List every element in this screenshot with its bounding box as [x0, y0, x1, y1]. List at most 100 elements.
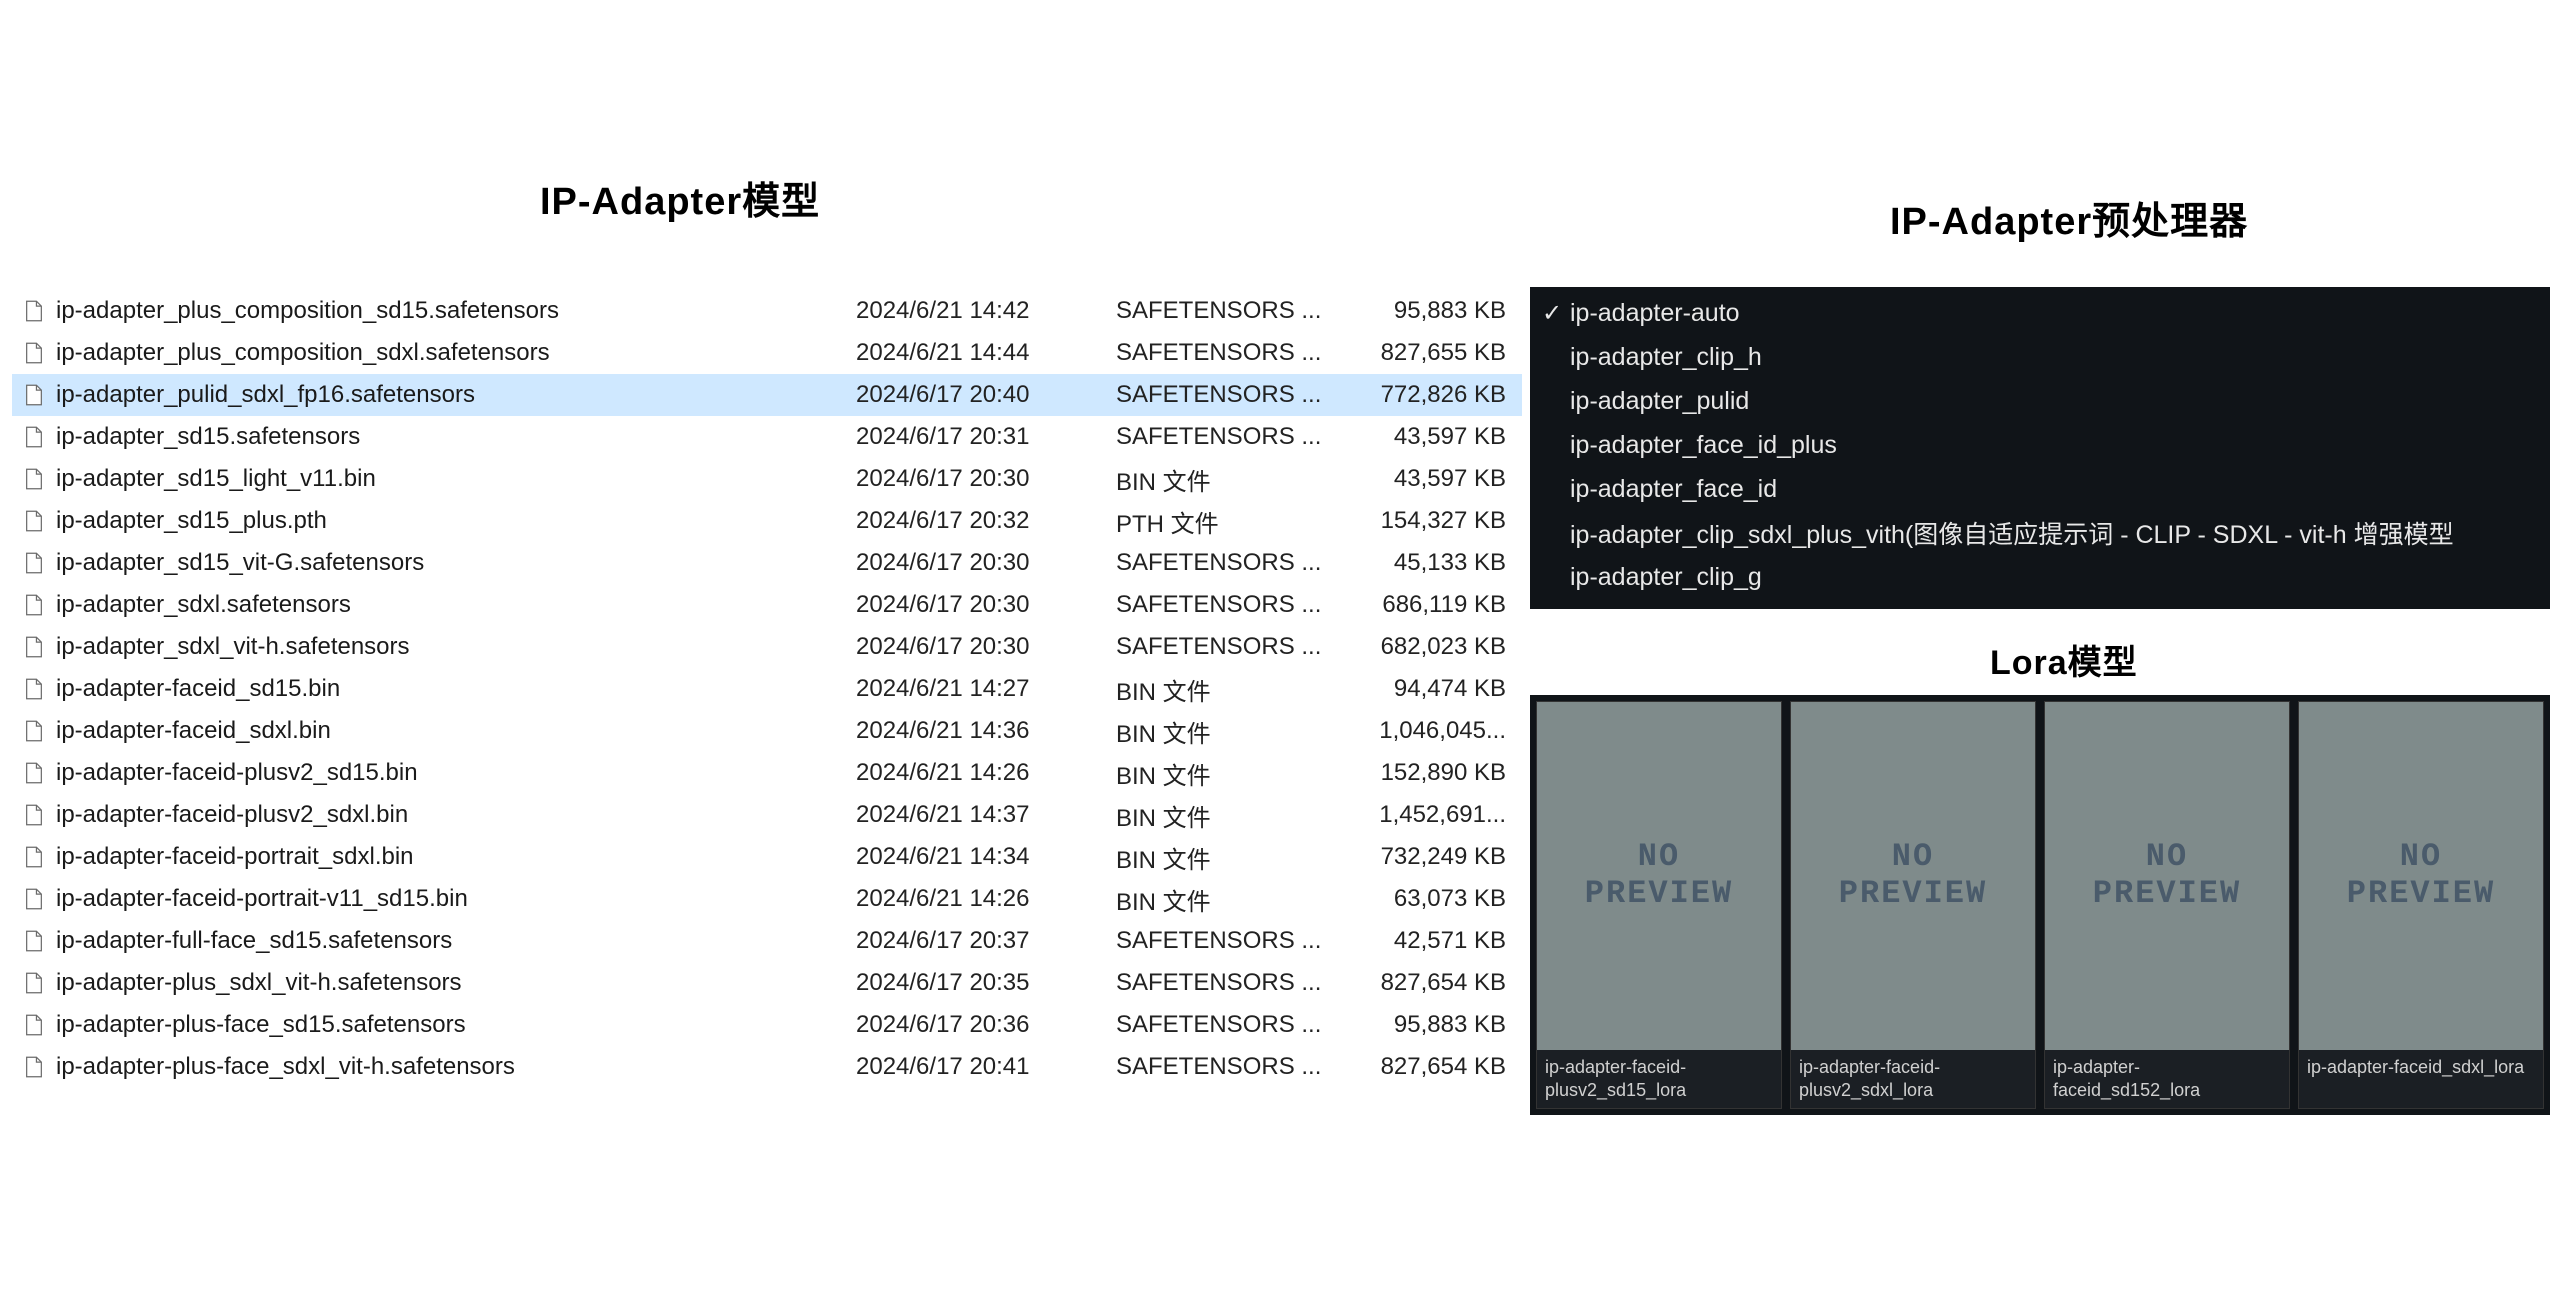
preprocessor-option[interactable]: ip-adapter_pulid — [1530, 379, 2550, 423]
file-size: 42,571 KB — [1336, 927, 1506, 955]
file-row[interactable]: ip-adapter_sdxl.safetensors2024/6/17 20:… — [12, 584, 1522, 626]
file-name: ip-adapter_plus_composition_sd15.safeten… — [56, 297, 856, 325]
file-icon-cell — [20, 846, 48, 868]
file-type: SAFETENSORS ... — [1116, 549, 1336, 577]
file-date: 2024/6/17 20:37 — [856, 927, 1116, 955]
file-icon — [25, 804, 43, 826]
file-icon — [25, 1014, 43, 1036]
file-type: BIN 文件 — [1116, 882, 1336, 917]
file-name: ip-adapter-faceid-portrait-v11_sd15.bin — [56, 885, 856, 913]
file-name: ip-adapter-full-face_sd15.safetensors — [56, 927, 856, 955]
file-icon — [25, 510, 43, 532]
file-row[interactable]: ip-adapter_sdxl_vit-h.safetensors2024/6/… — [12, 626, 1522, 668]
no-preview-text: NOPREVIEW — [1839, 839, 1987, 913]
file-type: BIN 文件 — [1116, 840, 1336, 875]
file-icon — [25, 846, 43, 868]
file-size: 43,597 KB — [1336, 465, 1506, 493]
file-icon — [25, 468, 43, 490]
lora-card[interactable]: NOPREVIEW ip-adapter-faceid-plusv2_sd15_l… — [1536, 701, 1782, 1109]
lora-preview: NOPREVIEW — [1791, 702, 2035, 1050]
preprocessor-option[interactable]: ip-adapter_clip_h — [1530, 335, 2550, 379]
file-date: 2024/6/17 20:31 — [856, 423, 1116, 451]
file-icon — [25, 678, 43, 700]
file-date: 2024/6/17 20:30 — [856, 591, 1116, 619]
file-row[interactable]: ip-adapter-faceid_sdxl.bin2024/6/21 14:3… — [12, 710, 1522, 752]
file-row[interactable]: ip-adapter-faceid-portrait_sdxl.bin2024/… — [12, 836, 1522, 878]
file-icon-cell — [20, 804, 48, 826]
file-row[interactable]: ip-adapter_pulid_sdxl_fp16.safetensors20… — [12, 374, 1522, 416]
file-date: 2024/6/21 14:26 — [856, 885, 1116, 913]
lora-card[interactable]: NOPREVIEWip-adapter-faceid_sd152_lora — [2044, 701, 2290, 1109]
file-type: SAFETENSORS ... — [1116, 1011, 1336, 1039]
heading-lora: Lora模型 — [1990, 635, 2138, 684]
file-size: 772,826 KB — [1336, 381, 1506, 409]
file-row[interactable]: ip-adapter_sd15_vit-G.safetensors2024/6/… — [12, 542, 1522, 584]
file-row[interactable]: ip-adapter_sd15.safetensors2024/6/17 20:… — [12, 416, 1522, 458]
file-icon — [25, 1056, 43, 1078]
preprocessor-option[interactable]: ip-adapter_face_id — [1530, 467, 2550, 511]
file-type: SAFETENSORS ... — [1116, 423, 1336, 451]
file-row[interactable]: ip-adapter-plus-face_sd15.safetensors202… — [12, 1004, 1522, 1046]
file-date: 2024/6/21 14:37 — [856, 801, 1116, 829]
file-row[interactable]: ip-adapter_plus_composition_sd15.safeten… — [12, 290, 1522, 332]
file-size: 1,046,045... — [1336, 717, 1506, 745]
file-name: ip-adapter_sdxl_vit-h.safetensors — [56, 633, 856, 661]
file-row[interactable]: ip-adapter-plus-face_sdxl_vit-h.safetens… — [12, 1046, 1522, 1088]
file-type: SAFETENSORS ... — [1116, 633, 1336, 661]
no-preview-text: NOPREVIEW — [2347, 839, 2495, 913]
file-icon — [25, 930, 43, 952]
file-size: 154,327 KB — [1336, 507, 1506, 535]
file-row[interactable]: ip-adapter-faceid-plusv2_sdxl.bin2024/6/… — [12, 794, 1522, 836]
file-icon-cell — [20, 888, 48, 910]
heading-models: IP-Adapter模型 — [540, 170, 820, 225]
file-icon — [25, 594, 43, 616]
file-row[interactable]: ip-adapter-faceid-portrait-v11_sd15.bin2… — [12, 878, 1522, 920]
file-date: 2024/6/17 20:35 — [856, 969, 1116, 997]
file-row[interactable]: ip-adapter_sd15_light_v11.bin2024/6/17 2… — [12, 458, 1522, 500]
file-icon — [25, 342, 43, 364]
file-type: PTH 文件 — [1116, 504, 1336, 539]
preprocessor-option[interactable]: ip-adapter_clip_sdxl_plus_vith(图像自适应提示词 … — [1530, 511, 2550, 555]
file-row[interactable]: ip-adapter_plus_composition_sdxl.safeten… — [12, 332, 1522, 374]
file-date: 2024/6/21 14:44 — [856, 339, 1116, 367]
file-size: 63,073 KB — [1336, 885, 1506, 913]
lora-preview: NOPREVIEW — [1537, 702, 1781, 1050]
preprocessor-label: ip-adapter_clip_h — [1570, 343, 1762, 372]
file-row[interactable]: ip-adapter-plus_sdxl_vit-h.safetensors20… — [12, 962, 1522, 1004]
file-icon-cell — [20, 510, 48, 532]
file-type: SAFETENSORS ... — [1116, 297, 1336, 325]
file-icon — [25, 426, 43, 448]
file-type: BIN 文件 — [1116, 462, 1336, 497]
preprocessor-label: ip-adapter_clip_g — [1570, 563, 1762, 592]
lora-card-grid: NOPREVIEW ip-adapter-faceid-plusv2_sd15_l… — [1530, 695, 2550, 1115]
preprocessor-label: ip-adapter_clip_sdxl_plus_vith(图像自适应提示词 … — [1570, 515, 2454, 551]
file-icon-cell — [20, 636, 48, 658]
file-name: ip-adapter_plus_composition_sdxl.safeten… — [56, 339, 856, 367]
file-icon — [25, 636, 43, 658]
file-icon-cell — [20, 930, 48, 952]
file-icon-cell — [20, 300, 48, 322]
preprocessor-option[interactable]: ✓ip-adapter-auto — [1530, 291, 2550, 335]
file-size: 827,654 KB — [1336, 969, 1506, 997]
lora-card-label: ip-adapter-faceid_sd152_lora — [2045, 1050, 2289, 1108]
file-size: 94,474 KB — [1336, 675, 1506, 703]
file-row[interactable]: ip-adapter-faceid-plusv2_sd15.bin2024/6/… — [12, 752, 1522, 794]
file-type: BIN 文件 — [1116, 756, 1336, 791]
file-date: 2024/6/21 14:26 — [856, 759, 1116, 787]
file-icon-cell — [20, 552, 48, 574]
lora-card-label: ip-adapter-faceid-plusv2_sd15_lora — [1537, 1050, 1781, 1108]
file-size: 45,133 KB — [1336, 549, 1506, 577]
lora-card[interactable]: NOPREVIEWip-adapter-faceid_sdxl_lora — [2298, 701, 2544, 1109]
no-preview-text: NOPREVIEW — [1585, 839, 1733, 913]
lora-card[interactable]: NOPREVIEWip-adapter-faceid-plusv2_sdxl_l… — [1790, 701, 2036, 1109]
file-type: SAFETENSORS ... — [1116, 969, 1336, 997]
file-name: ip-adapter-faceid-plusv2_sd15.bin — [56, 759, 856, 787]
file-row[interactable]: ip-adapter-faceid_sd15.bin2024/6/21 14:2… — [12, 668, 1522, 710]
file-row[interactable]: ip-adapter-full-face_sd15.safetensors202… — [12, 920, 1522, 962]
file-date: 2024/6/17 20:30 — [856, 549, 1116, 577]
preprocessor-option[interactable]: ip-adapter_face_id_plus — [1530, 423, 2550, 467]
file-name: ip-adapter_sd15_light_v11.bin — [56, 465, 856, 493]
file-type: SAFETENSORS ... — [1116, 339, 1336, 367]
file-row[interactable]: ip-adapter_sd15_plus.pth2024/6/17 20:32P… — [12, 500, 1522, 542]
preprocessor-option[interactable]: ip-adapter_clip_g — [1530, 555, 2550, 599]
